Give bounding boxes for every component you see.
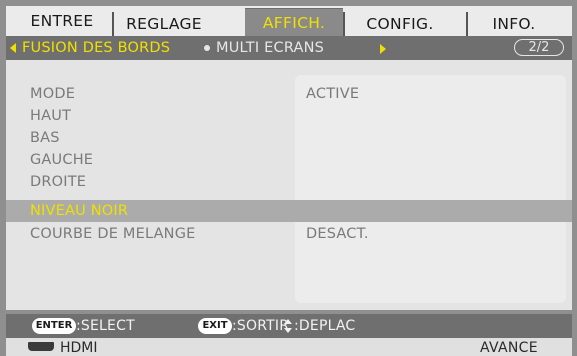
enter-key-icon: ENTER [32,318,76,334]
menu-content: MODE ACTIVE HAUT BAS GAUCHE DROITE NIVEA… [6,60,572,310]
tab-config[interactable]: CONFIG. [343,12,455,36]
submenu-header: FUSION DES BORDS MULTI ECRANS 2/2 [6,36,572,60]
right-arrow-icon[interactable] [380,44,386,54]
breadcrumb-next[interactable]: MULTI ECRANS [216,36,324,60]
menu-row-label: NIVEAU NOIR [30,203,129,219]
tab-info[interactable]: INFO. [466,12,560,36]
menu-row-label: DROITE [30,174,87,190]
breadcrumb-current[interactable]: FUSION DES BORDS [22,36,170,60]
menu-row-label: BAS [30,130,60,146]
menu-row-haut[interactable]: HAUT [6,105,572,127]
menu-row-mode[interactable]: MODE ACTIVE [6,83,572,105]
exit-key-icon: EXIT [198,318,232,334]
menu-row-label: MODE [30,86,76,102]
menu-row-label: HAUT [30,108,72,124]
exit-hint: :SORTIR [232,318,290,334]
status-bar: HDMI AVANCE [6,338,572,356]
menu-row-gauche[interactable]: GAUCHE [6,149,572,171]
menu-row-label: COURBE DE MELANGE [30,226,196,242]
tab-entree[interactable]: ENTREE [18,6,106,36]
input-source: HDMI [60,340,98,356]
menu-tab-bar: ENTREE REGLAGE AFFICH. CONFIG. INFO. [6,6,572,37]
updown-arrows-icon [284,319,292,333]
help-bar: ENTER :SELECT EXIT :SORTIR :DEPLAC [6,314,572,338]
hdmi-connector-icon [28,342,54,351]
menu-row-bas[interactable]: BAS [6,127,572,149]
menu-row-label: GAUCHE [30,152,94,168]
bullet-icon [204,45,210,51]
tab-reglage[interactable]: REGLAGE [112,12,214,36]
menu-row-value: DESACT. [306,226,369,242]
menu-row-droite[interactable]: DROITE [6,171,572,193]
projector-osd-menu: ENTREE REGLAGE AFFICH. CONFIG. INFO. FUS… [0,0,577,356]
page-indicator: 2/2 [514,39,564,56]
menu-row-value: ACTIVE [306,86,360,102]
menu-row-niveau-noir[interactable]: NIVEAU NOIR [6,200,572,222]
menu-mode: AVANCE [480,340,538,356]
move-hint: :DEPLAC [294,318,356,334]
select-hint: :SELECT [76,318,135,334]
tab-affich[interactable]: AFFICH. [245,8,343,37]
left-arrow-icon[interactable] [10,43,16,53]
menu-row-courbe-de-melange[interactable]: COURBE DE MELANGE DESACT. [6,223,572,245]
